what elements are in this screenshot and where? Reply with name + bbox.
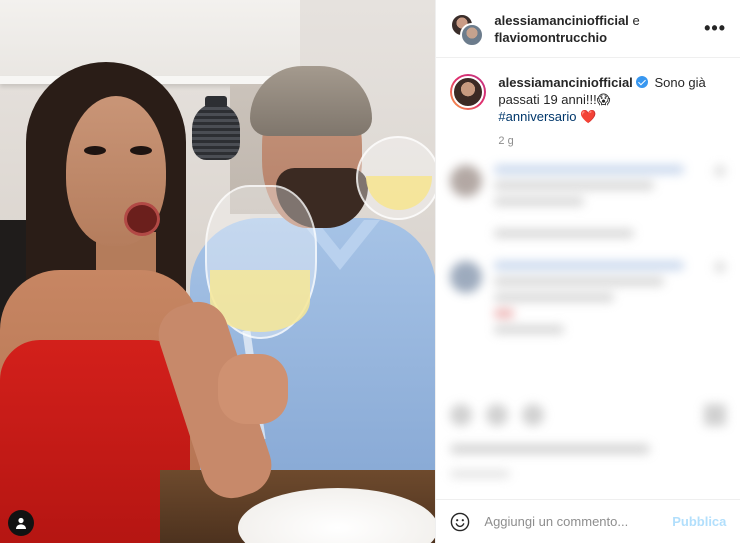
post-actions — [450, 404, 727, 426]
heart-emoji: ❤️ — [580, 109, 597, 124]
caption-timestamp[interactable]: 2 g — [436, 125, 740, 147]
blurred-text — [494, 181, 655, 190]
avatar — [460, 22, 485, 47]
post-photo[interactable] — [0, 0, 436, 543]
photo-woman-hand — [218, 354, 288, 424]
photo-woman-mouth — [124, 202, 160, 236]
username-link[interactable]: flaviomontrucchio — [494, 30, 607, 45]
collab-usernames: alessiamanciniofficial e flaviomontrucch… — [494, 12, 704, 46]
user-icon — [16, 517, 26, 529]
blurred-text — [494, 229, 635, 238]
hashtag-link[interactable]: #anniversario — [498, 109, 576, 124]
post-caption: alessiamanciniofficial Sono già passati … — [436, 58, 740, 125]
blurred-likes — [450, 444, 651, 454]
comment-bar: Pubblica — [436, 499, 740, 543]
list-item — [450, 165, 726, 213]
avatar — [450, 261, 483, 293]
list-item — [450, 229, 726, 245]
blurred-text — [494, 165, 685, 174]
blurred-text — [494, 277, 665, 286]
publish-button[interactable]: Pubblica — [672, 514, 726, 529]
photo-shelf — [0, 0, 300, 80]
comment-icon[interactable] — [486, 404, 509, 426]
caption-text: alessiamanciniofficial Sono già passati … — [498, 74, 726, 125]
blurred-text — [494, 261, 685, 270]
tagged-users-button[interactable] — [8, 510, 34, 536]
comment-input[interactable] — [484, 514, 673, 529]
caption-username[interactable]: alessiamanciniofficial — [498, 75, 632, 90]
blurred-text — [494, 309, 515, 318]
list-item — [450, 261, 726, 341]
photo-woman-eye-right — [130, 146, 152, 155]
emoji-icon[interactable] — [450, 512, 470, 532]
avatar-image — [452, 76, 485, 108]
heart-icon — [714, 261, 726, 273]
share-icon[interactable] — [522, 404, 545, 426]
username-conjunction: e — [632, 12, 640, 28]
blurred-text — [494, 293, 615, 302]
photo-vase — [192, 104, 240, 160]
blurred-text — [494, 325, 565, 334]
avatar[interactable] — [450, 74, 487, 110]
collab-avatars[interactable] — [450, 12, 485, 47]
instagram-post: alessiamanciniofficial e flaviomontrucch… — [0, 0, 740, 543]
more-options-icon[interactable]: ••• — [704, 18, 726, 39]
blurred-text — [494, 197, 585, 206]
heart-icon — [714, 165, 726, 177]
blurred-comments — [436, 147, 740, 357]
post-sidebar: alessiamanciniofficial e flaviomontrucch… — [435, 0, 740, 543]
avatar — [450, 165, 483, 197]
save-icon[interactable] — [704, 404, 727, 426]
post-header: alessiamanciniofficial e flaviomontrucch… — [436, 0, 740, 58]
blurred-date — [450, 470, 511, 478]
verified-badge-icon — [635, 76, 648, 88]
like-icon[interactable] — [450, 404, 473, 426]
photo-woman-eye-left — [84, 146, 106, 155]
username-link[interactable]: alessiamanciniofficial — [494, 13, 628, 28]
